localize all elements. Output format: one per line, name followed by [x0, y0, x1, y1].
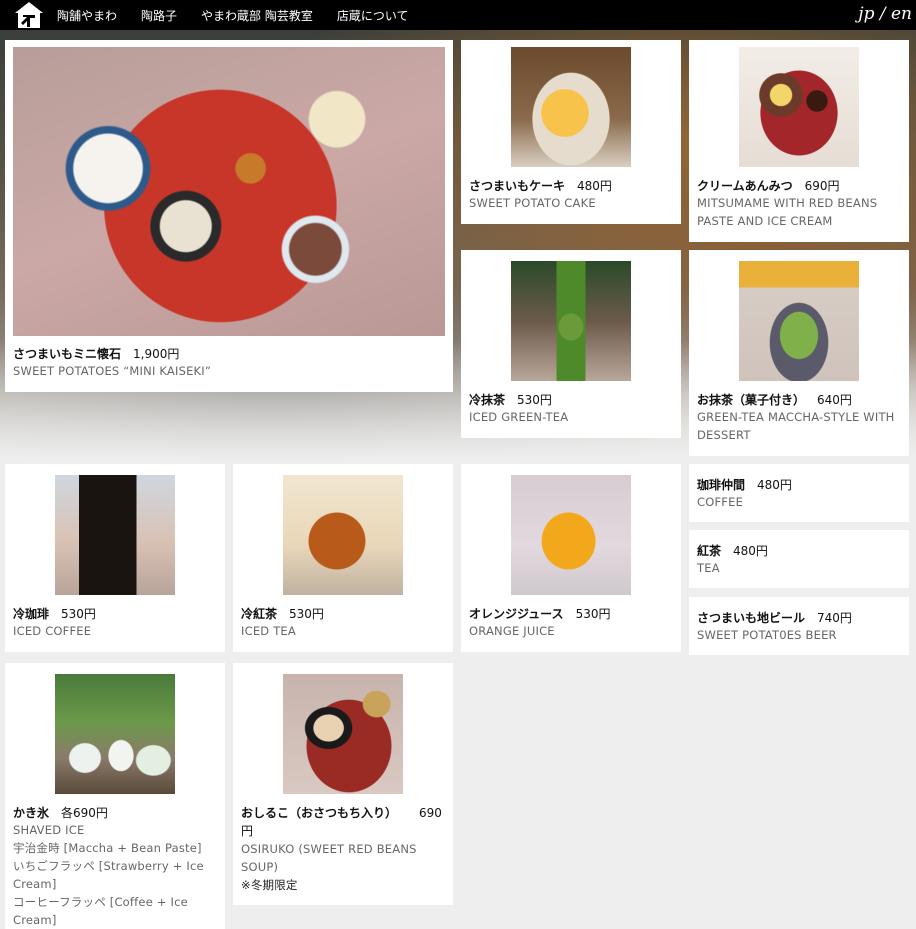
item-english: GREEN-TEA MACCHA-STYLE WITH DESSERT [697, 410, 895, 442]
item-title: さつまいもケーキ 480円 [469, 177, 612, 194]
menu-card-oshiruko[interactable]: おしるこ（おさつもち入り） 690円 OSIRUKO (SWEET RED BEA… [233, 663, 453, 905]
item-english: ORANGE JUICE [469, 624, 555, 638]
item-title: 珈琲仲間 480円 [697, 476, 792, 493]
nav-link-pottery-class[interactable]: やまわ蔵部 陶芸教室 [201, 7, 313, 24]
menu-card-iced-tea[interactable]: 冷紅茶 530円 ICED TEA [233, 464, 453, 652]
menu-card-sweet-potato-beer[interactable]: さつまいも地ビール 740円 SWEET POTAT0ES BEER [689, 597, 909, 655]
item-name: 冷抹茶 [469, 393, 506, 407]
item-name: さつまいも地ビール [697, 611, 806, 625]
item-title: 冷紅茶 530円 [241, 605, 324, 622]
menu-card-maccha-dessert[interactable]: お抹茶（菓子付き） 640円 GREEN-TEA MACCHA-STYLE WIT… [689, 250, 909, 456]
item-title: かき氷 各690円 [13, 804, 108, 821]
item-name: クリームあんみつ [697, 179, 793, 193]
menu-card-mini-kaiseki[interactable]: さつまいもミニ懐石 1,900円 SWEET POTATOES “MINI KAI… [5, 40, 453, 392]
item-title: クリームあんみつ 690円 [697, 177, 840, 194]
item-price: 480円 [757, 478, 792, 492]
shaved-ice-variant: いちごフラッペ [Strawberry + Ice Cream] [13, 859, 204, 891]
maccha-dessert-photo [739, 261, 859, 381]
mini-kaiseki-photo [13, 47, 445, 336]
item-title: さつまいも地ビール 740円 [697, 609, 852, 626]
iced-tea-photo [283, 475, 403, 595]
iced-coffee-photo [55, 475, 175, 595]
item-price: 1,900円 [133, 347, 180, 361]
main-nav: 陶舗やまわ 陶路子 やまわ蔵部 陶芸教室 店蔵について [57, 0, 433, 30]
menu-card-orange-juice[interactable]: オレンジジュース 530円 ORANGE JUICE [461, 464, 681, 652]
nav-link-about[interactable]: 店蔵について [337, 7, 409, 24]
item-title: オレンジジュース 530円 [469, 605, 610, 622]
seasonal-note: ※冬期限定 [241, 878, 298, 892]
item-price: 480円 [733, 544, 768, 558]
item-name: さつまいもミニ懐石 [13, 347, 122, 361]
item-title: 冷抹茶 530円 [469, 391, 552, 408]
oshiruko-photo [283, 674, 403, 794]
menu-card-sweet-potato-cake[interactable]: さつまいもケーキ 480円 SWEET POTATO CAKE [461, 40, 681, 224]
yamawa-logo-icon[interactable] [14, 1, 44, 29]
menu-card-iced-coffee[interactable]: 冷珈琲 530円 ICED COFFEE [5, 464, 225, 652]
item-name: おしるこ（おさつもち入り） [241, 806, 398, 820]
item-english: SWEET POTATO CAKE [469, 196, 596, 210]
shaved-ice-variant: コーヒーフラッペ [Coffee + Ice Cream] [13, 895, 188, 927]
item-name: 紅茶 [697, 544, 722, 558]
item-price: 530円 [575, 607, 611, 621]
item-english: OSIRUKO (SWEET RED BEANS SOUP) ※冬期限定 [241, 840, 441, 894]
item-english: TEA [697, 561, 720, 575]
item-english-name: SHAVED ICE [13, 823, 85, 837]
item-name: お抹茶（菓子付き） [697, 393, 806, 407]
menu-card-tea[interactable]: 紅茶 480円 TEA [689, 530, 909, 588]
sweet-potato-cake-photo [511, 47, 631, 167]
item-english-name: OSIRUKO (SWEET RED BEANS SOUP) [241, 842, 417, 874]
shaved-ice-photo [55, 674, 175, 794]
item-title: お抹茶（菓子付き） 640円 [697, 391, 852, 408]
item-price: 480円 [577, 179, 612, 193]
item-title: おしるこ（おさつもち入り） 690円 [241, 804, 447, 840]
menu-card-coffee[interactable]: 珈琲仲間 480円 COFFEE [689, 464, 909, 522]
item-english: SWEET POTAT0ES BEER [697, 628, 837, 642]
item-english: ICED TEA [241, 624, 296, 638]
menu-card-iced-green-tea[interactable]: 冷抹茶 530円 ICED GREEN-TEA [461, 250, 681, 438]
item-name: さつまいもケーキ [469, 179, 566, 193]
menu-card-shaved-ice[interactable]: かき氷 各690円 SHAVED ICE 宇治金時 [Maccha + Bean … [5, 663, 225, 929]
item-price: 640円 [817, 393, 852, 407]
item-title: 冷珈琲 530円 [13, 605, 96, 622]
item-name: 珈琲仲間 [697, 478, 746, 492]
language-switch[interactable]: jp / en [858, 4, 912, 24]
nav-link-torojiko[interactable]: 陶路子 [141, 7, 177, 24]
item-english: MITSUMAME WITH RED BEANS PASTE AND ICE C… [697, 196, 878, 228]
item-price: 530円 [517, 393, 552, 407]
item-title: さつまいもミニ懐石 1,900円 [13, 345, 179, 362]
item-english: SHAVED ICE 宇治金時 [Maccha + Bean Paste] いち… [13, 821, 219, 929]
item-price: 690円 [804, 179, 840, 193]
item-price: 530円 [289, 607, 324, 621]
item-price: 各690円 [61, 806, 108, 820]
menu-card-cream-anmitsu[interactable]: クリームあんみつ 690円 MITSUMAME WITH RED BEANS PA… [689, 40, 909, 242]
shaved-ice-variant: 宇治金時 [Maccha + Bean Paste] [13, 841, 202, 855]
iced-green-tea-photo [511, 261, 631, 381]
item-price: 740円 [817, 611, 852, 625]
orange-juice-photo [511, 475, 631, 595]
item-name: 冷珈琲 [13, 607, 50, 621]
item-english: COFFEE [697, 495, 744, 509]
item-english: ICED GREEN-TEA [469, 410, 569, 424]
top-nav-bar: 陶舗やまわ 陶路子 やまわ蔵部 陶芸教室 店蔵について jp / en [0, 0, 916, 30]
item-english: ICED COFFEE [13, 624, 92, 638]
item-name: かき氷 [13, 806, 50, 820]
cream-anmitsu-photo [739, 47, 859, 167]
item-name: 冷紅茶 [241, 607, 278, 621]
item-name: オレンジジュース [469, 607, 564, 621]
item-title: 紅茶 480円 [697, 542, 768, 559]
nav-link-toho-yamawa[interactable]: 陶舗やまわ [57, 7, 117, 24]
item-english: SWEET POTATOES “MINI KAISEKI” [13, 364, 212, 378]
item-price: 530円 [61, 607, 96, 621]
